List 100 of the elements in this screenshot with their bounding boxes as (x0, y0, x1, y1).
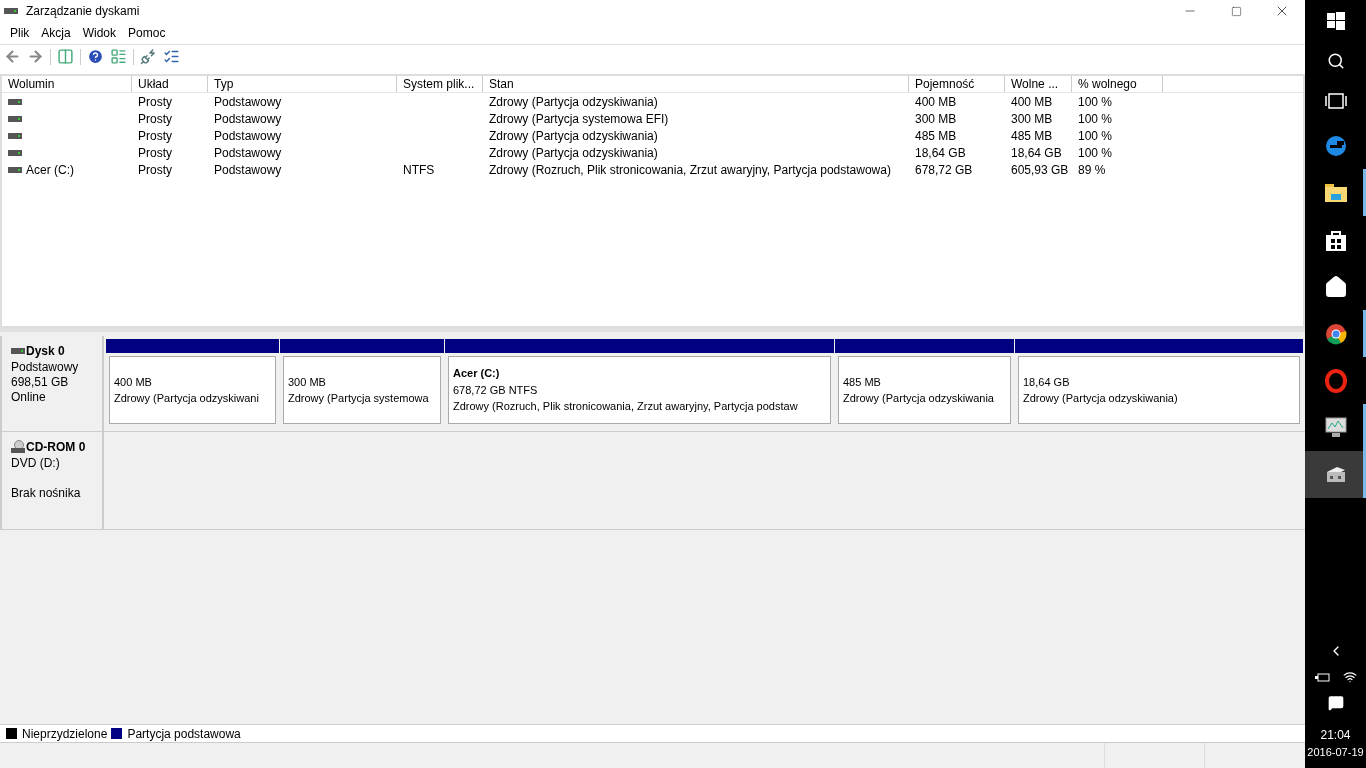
table-cell-text: 100 % (1078, 110, 1113, 128)
partition-block[interactable]: 300 MB Zdrowy (Partycja systemowa (280, 339, 444, 427)
letter-o-icon (1324, 368, 1347, 393)
table-cell-text: Zdrowy (Partycja odzyskiwania) (489, 127, 658, 145)
table-cell-text: Podstawowy (214, 144, 282, 162)
disk-drive-icon (11, 347, 25, 355)
table-cell-text: Acer (C:) (26, 161, 74, 179)
wifi-icon[interactable] (1342, 670, 1357, 684)
help-button[interactable] (87, 48, 104, 65)
legend-label: Partycja podstawowa (127, 725, 241, 743)
table-cell-text: 400 MB (915, 93, 957, 111)
connect-button[interactable] (140, 48, 157, 65)
column-header[interactable]: Wolumin (2, 76, 132, 92)
folder-icon (1324, 183, 1347, 202)
shopping-bag-icon (1325, 228, 1346, 251)
partition-size: 400 MB (114, 374, 153, 390)
menu-item[interactable]: Plik (4, 24, 36, 42)
partition-block[interactable]: 400 MB Zdrowy (Partycja odzyskiwani (106, 339, 279, 427)
home-icon (1323, 274, 1348, 299)
battery-plug-icon[interactable] (1314, 671, 1331, 683)
table-cell-text: Podstawowy (214, 127, 282, 145)
table-cell-text: 300 MB (915, 110, 957, 128)
drive-icon (8, 97, 22, 106)
disk-detail: 698,51 GB (11, 375, 70, 390)
partition-size: 485 MB (843, 374, 882, 390)
back-button[interactable] (4, 48, 21, 65)
task-view-icon (1324, 93, 1347, 109)
windows-logo-icon (1326, 12, 1345, 30)
app-drive-icon (4, 7, 18, 15)
disk-detail: DVD (D:) (11, 456, 61, 471)
partition-status: Zdrowy (Rozruch, Plik stronicowania, Zrzut awaryjny, Partycja podstaw (453, 399, 799, 415)
table-cell-text: Zdrowy (Partycja odzyskiwania) (489, 144, 658, 162)
column-header[interactable]: Pojemność (909, 76, 1005, 92)
table-cell-text: Podstawowy (214, 110, 282, 128)
table-cell-text: 100 % (1078, 127, 1113, 145)
table-cell-text: 18,64 GB (1011, 144, 1062, 162)
disk-detail: Podstawowy (11, 360, 80, 375)
drive-icon (8, 114, 22, 123)
disk-info-panel[interactable]: Dysk 0 Podstawowy 698,51 GB Online (0, 336, 104, 431)
column-header[interactable]: % wolnego (1072, 76, 1163, 92)
monitor-chart-icon (1323, 416, 1348, 439)
table-cell-text: 485 MB (915, 127, 957, 145)
browser-circle-icon (1324, 322, 1347, 345)
partition-block[interactable]: 485 MB Zdrowy (Partycja odzyskiwania (835, 339, 1014, 427)
table-cell-text: Prosty (138, 93, 172, 111)
menu-item[interactable]: Pomoc (122, 24, 172, 42)
forward-button[interactable] (27, 48, 44, 65)
table-cell-text: Zdrowy (Rozruch, Plik stronicowania, Zrzut awaryjny, Partycja podstawowa) (489, 161, 891, 179)
clock-date[interactable]: 2016-07-19 (1307, 743, 1364, 761)
disk-detail: Brak nośnika (11, 486, 82, 501)
partition-size: 18,64 GB (1023, 374, 1071, 390)
partition-label: Acer (C:) (453, 366, 501, 382)
table-cell-text: Prosty (138, 144, 172, 162)
column-header[interactable]: Wolne ... (1005, 76, 1072, 92)
partition-status: Zdrowy (Partycja odzyskiwania) (1023, 391, 1179, 406)
search-icon (1326, 52, 1345, 70)
table-cell-text: 678,72 GB (915, 161, 973, 179)
drive-icon (8, 148, 22, 157)
partition-size: 300 MB (288, 374, 327, 390)
table-cell-text: 18,64 GB (915, 144, 966, 162)
speech-bubble-icon (1327, 695, 1344, 711)
menu-item[interactable]: Akcja (35, 24, 77, 42)
disk-drives-icon (1324, 465, 1347, 484)
table-cell-text: 300 MB (1011, 110, 1053, 128)
maximize-icon (1230, 5, 1242, 17)
clock-time[interactable]: 21:04 (1320, 725, 1351, 744)
table-cell-text: 100 % (1078, 93, 1113, 111)
column-header[interactable]: Typ (208, 76, 397, 92)
browser-e-icon (1324, 134, 1347, 157)
table-cell-text: 485 MB (1011, 127, 1053, 145)
partition-block[interactable]: Acer (C:) 678,72 GB NTFS Zdrowy (Rozruch, Plik stronicowania, Zrzut awaryjny, Partycja podstaw (445, 339, 834, 427)
console-tree-button[interactable] (57, 48, 74, 65)
properties-button[interactable] (163, 48, 180, 65)
partition-status: Zdrowy (Partycja systemowa (288, 391, 430, 406)
column-header[interactable]: System plik... (397, 76, 483, 92)
table-cell-text: 89 % (1078, 161, 1106, 179)
table-cell-text: Podstawowy (214, 93, 282, 111)
disk-detail: Online (11, 390, 47, 405)
table-cell-text: Zdrowy (Partycja odzyskiwania) (489, 93, 658, 111)
disk-info-panel[interactable]: CD-ROM 0 DVD (D:) Brak nośnika (0, 432, 104, 529)
column-header[interactable]: Układ (132, 76, 208, 92)
column-header[interactable]: Stan (483, 76, 909, 92)
menu-item[interactable]: Widok (76, 24, 123, 42)
partition-block[interactable]: 18,64 GB Zdrowy (Partycja odzyskiwania) (1015, 339, 1303, 427)
table-cell-text: Prosty (138, 161, 172, 179)
table-cell-text: 400 MB (1011, 93, 1053, 111)
action-pane-button[interactable] (110, 48, 127, 65)
table-cell-text: Zdrowy (Partycja systemowa EFI) (489, 110, 669, 128)
table-cell-text: NTFS (403, 161, 435, 179)
table-cell-text: Podstawowy (214, 161, 282, 179)
table-cell-text: Prosty (138, 110, 172, 128)
taskbar-app-button[interactable] (1305, 451, 1366, 498)
drive-icon (8, 165, 22, 174)
partition-size: 678,72 GB NTFS (453, 382, 539, 398)
partition-status: Zdrowy (Partycja odzyskiwani (114, 391, 260, 406)
table-cell-text: Prosty (138, 127, 172, 145)
disk-name: CD-ROM 0 (26, 439, 86, 456)
partition-status: Zdrowy (Partycja odzyskiwania (843, 391, 995, 406)
table-cell-text: 100 % (1078, 144, 1113, 162)
legend-label: Nieprzydzielone (22, 725, 108, 743)
